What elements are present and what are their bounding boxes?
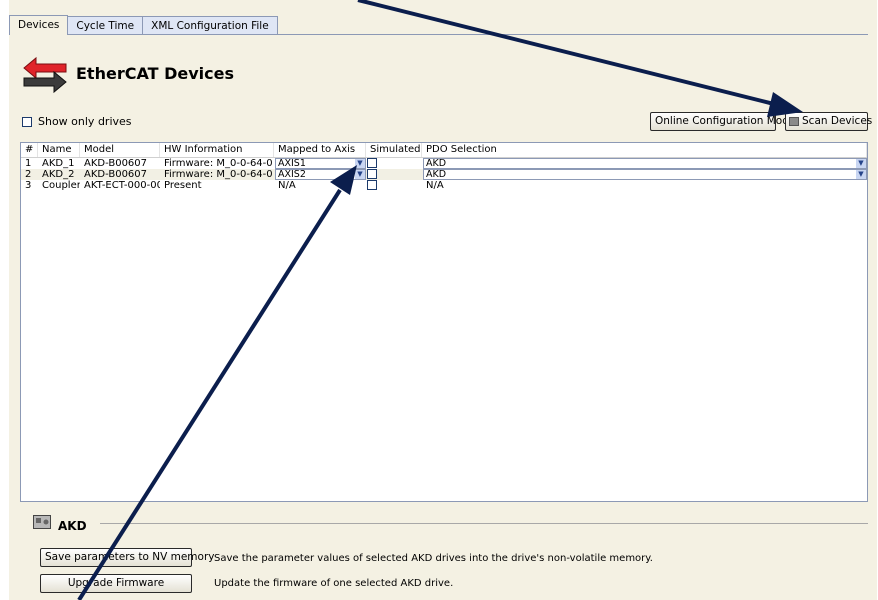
pdo-select[interactable]: AKD ▼: [423, 158, 867, 169]
hw-information: Firmware: M_0-0-64-0: [164, 169, 273, 180]
row-number: 3: [25, 180, 32, 191]
row-number: 1: [25, 158, 32, 169]
scan-devices-button[interactable]: Scan Devices: [785, 112, 872, 131]
axis-select[interactable]: AXIS1 ▼: [275, 158, 366, 169]
upgrade-firmware-button[interactable]: Upgrade Firmware: [40, 574, 192, 593]
table-row[interactable]: 1 AKD_1 AKD-B00607 Firmware: M_0-0-64-0 …: [21, 158, 867, 169]
tab-bar: Devices Cycle Time XML Configuration Fil…: [9, 15, 278, 35]
device-name: AKD_1: [42, 158, 75, 169]
upgrade-firmware-description: Update the firmware of one selected AKD …: [214, 578, 454, 589]
pdo-selection-value: N/A: [426, 180, 444, 191]
axis-select-value: AXIS2: [278, 169, 306, 180]
mapped-to-axis-cell: AXIS1 ▼: [274, 158, 366, 169]
hw-information: Present: [164, 180, 202, 191]
pdo-selection-cell: AKD ▼: [422, 169, 867, 180]
pdo-select-value: AKD: [426, 158, 447, 169]
column-header-number[interactable]: #: [21, 143, 38, 157]
column-header-simulated[interactable]: Simulated: [366, 143, 422, 157]
pdo-select-value: AKD: [426, 169, 447, 180]
row-number: 2: [25, 169, 32, 180]
scan-icon: [789, 117, 799, 126]
hw-information: Firmware: M_0-0-64-0: [164, 158, 273, 169]
device-name: AKD_2: [42, 169, 75, 180]
simulated-cell: [366, 158, 422, 169]
axis-select-value: AXIS1: [278, 158, 306, 169]
tab-devices[interactable]: Devices: [9, 15, 69, 35]
save-parameters-description: Save the parameter values of selected AK…: [214, 553, 653, 564]
simulated-checkbox[interactable]: [367, 169, 377, 179]
akd-section-title: AKD: [58, 519, 87, 533]
devices-table: # Name Model HW Information Mapped to Ax…: [20, 142, 868, 502]
ethercat-arrows-icon: [23, 56, 67, 94]
tab-divider: [9, 34, 868, 35]
column-header-hw-information[interactable]: HW Information: [160, 143, 274, 157]
mapped-to-axis-value: N/A: [278, 180, 296, 191]
simulated-checkbox[interactable]: [367, 158, 377, 168]
tab-cycle-time[interactable]: Cycle Time: [67, 16, 144, 34]
chevron-down-icon[interactable]: ▼: [856, 159, 866, 168]
pdo-select[interactable]: AKD ▼: [423, 169, 867, 180]
chevron-down-icon[interactable]: ▼: [856, 170, 866, 179]
column-header-name[interactable]: Name: [38, 143, 80, 157]
scan-devices-label: Scan Devices: [802, 115, 873, 127]
device-model: AKD-B00607: [84, 158, 148, 169]
device-model: AKT-ECT-000-000: [84, 180, 160, 191]
show-only-drives-label: Show only drives: [38, 115, 132, 128]
online-configuration-mode-button[interactable]: Online Configuration Mode: [650, 112, 795, 131]
section-divider: [100, 523, 868, 524]
page-title: EtherCAT Devices: [76, 64, 234, 83]
device-name: Coupler_3: [42, 180, 80, 191]
simulated-cell: [366, 169, 422, 180]
axis-select[interactable]: AXIS2 ▼: [275, 169, 366, 180]
table-row[interactable]: 2 AKD_2 AKD-B00607 Firmware: M_0-0-64-0 …: [21, 169, 867, 180]
device-model: AKD-B00607: [84, 169, 148, 180]
pdo-selection-cell: AKD ▼: [422, 158, 867, 169]
save-parameters-button[interactable]: Save parameters to NV memory: [40, 548, 214, 567]
column-header-model[interactable]: Model: [80, 143, 160, 157]
table-row[interactable]: 3 Coupler_3 AKT-ECT-000-000 Present N/A …: [21, 180, 867, 191]
column-header-mapped-to-axis[interactable]: Mapped to Axis: [274, 143, 366, 157]
show-only-drives-checkbox[interactable]: [22, 116, 32, 127]
mapped-to-axis-cell: AXIS2 ▼: [274, 169, 366, 180]
tab-xml-configuration-file[interactable]: XML Configuration File: [142, 16, 278, 34]
column-header-pdo-selection[interactable]: PDO Selection: [422, 143, 867, 157]
akd-drive-icon: [33, 515, 51, 529]
simulated-cell: [366, 180, 422, 191]
table-header: # Name Model HW Information Mapped to Ax…: [21, 143, 867, 158]
show-only-drives-toggle[interactable]: Show only drives: [22, 115, 132, 128]
chevron-down-icon[interactable]: ▼: [355, 159, 365, 168]
chevron-down-icon[interactable]: ▼: [355, 170, 365, 179]
simulated-checkbox[interactable]: [367, 180, 377, 190]
